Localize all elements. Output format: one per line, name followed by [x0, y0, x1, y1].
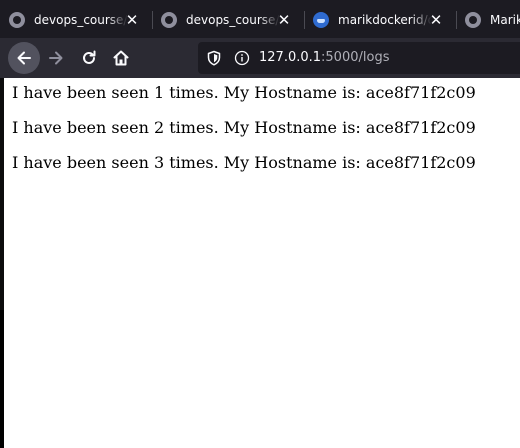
back-button[interactable] [8, 42, 40, 74]
tab-devops-course-2[interactable]: devops_course/ ✕ [152, 4, 298, 36]
docker-icon [313, 12, 329, 28]
close-tab-icon[interactable]: ✕ [124, 12, 140, 28]
close-tab-icon[interactable]: ✕ [428, 12, 444, 28]
forward-arrow-icon [49, 51, 63, 65]
url-host: 127.0.0.1 [259, 50, 322, 65]
home-icon [113, 50, 129, 66]
tab-marik[interactable]: Marik [456, 4, 520, 36]
tab-marikdockerid[interactable]: marikdockerid/d ✕ [304, 4, 450, 36]
url-path: :5000/logs [321, 50, 390, 65]
tab-separator [304, 11, 305, 29]
log-line: I have been seen 1 times. My Hostname is… [12, 83, 476, 102]
tab-bar: devops_course/ ✕ devops_course/ ✕ marikd… [0, 0, 520, 38]
back-arrow-icon [17, 51, 31, 65]
github-icon [161, 12, 177, 28]
github-icon [465, 12, 481, 28]
tab-title: devops_course/ [34, 13, 128, 27]
url-text[interactable]: 127.0.0.1:5000/logs [259, 50, 389, 66]
site-info-icon[interactable] [234, 50, 250, 66]
page-content: I have been seen 1 times. My Hostname is… [4, 78, 520, 448]
address-bar[interactable]: 127.0.0.1:5000/logs [198, 42, 520, 74]
tab-title: Marik [490, 13, 520, 27]
log-line: I have been seen 2 times. My Hostname is… [12, 118, 476, 137]
log-line: I have been seen 3 times. My Hostname is… [12, 153, 476, 172]
github-icon [9, 12, 25, 28]
tab-title: marikdockerid/d [338, 13, 432, 27]
reload-button[interactable] [73, 42, 105, 74]
tab-devops-course-1[interactable]: devops_course/ ✕ [0, 4, 146, 36]
navigation-toolbar: 127.0.0.1:5000/logs [0, 38, 520, 78]
forward-button[interactable] [40, 42, 72, 74]
home-button[interactable] [105, 42, 137, 74]
reload-icon [83, 50, 96, 64]
tab-separator [456, 11, 457, 29]
tab-title: devops_course/ [186, 13, 280, 27]
tracking-protection-shield-icon[interactable] [206, 50, 222, 66]
tab-separator [152, 11, 153, 29]
close-tab-icon[interactable]: ✕ [276, 12, 292, 28]
